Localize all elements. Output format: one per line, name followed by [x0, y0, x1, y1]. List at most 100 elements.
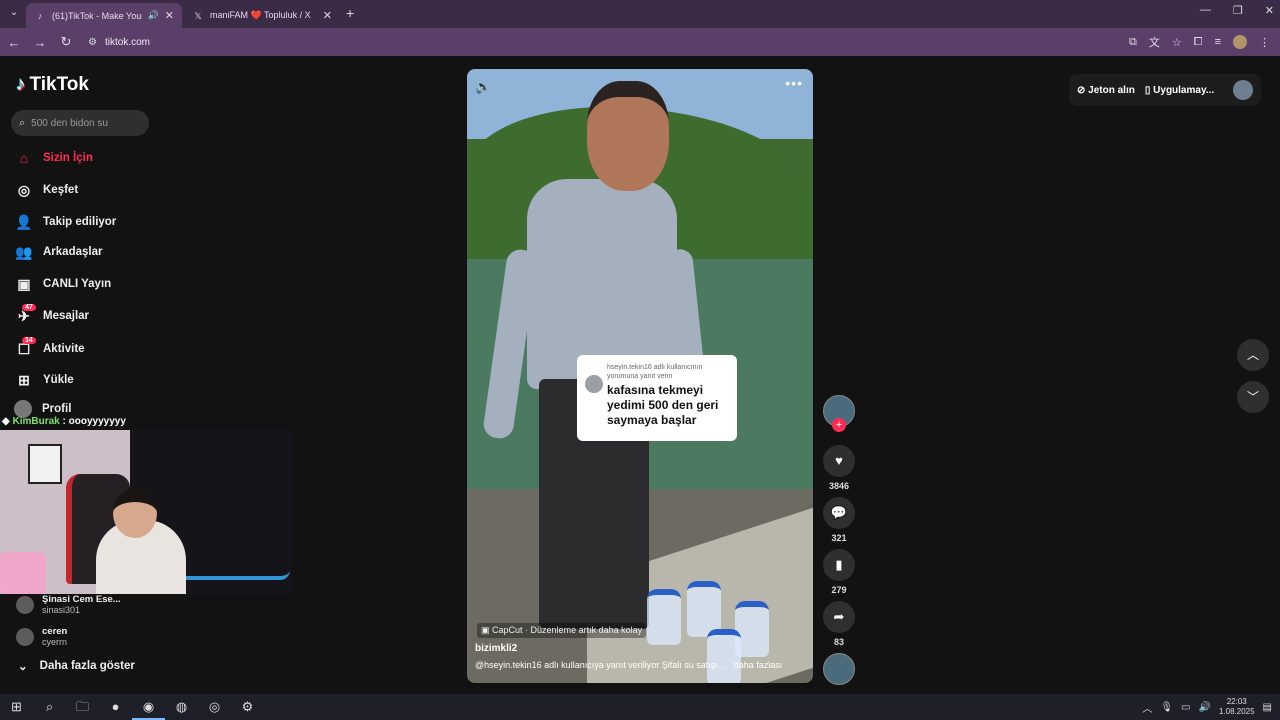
sidebar-item-label: Arkadaşlar — [43, 246, 103, 258]
messages-icon: ✈ 47 — [14, 303, 36, 325]
tab-title: maniFAM ❤️ Topluluk / X — [210, 10, 311, 20]
tab-search-icon[interactable]: ⌄ — [6, 5, 22, 21]
windows-start-icon[interactable]: ⊞ — [0, 694, 33, 720]
sidebar-item-messages[interactable]: ✈ 47 Mesajlar — [14, 303, 214, 328]
install-app-icon[interactable]: ⧉ — [1129, 36, 1137, 49]
network-icon[interactable]: ▭ — [1181, 702, 1190, 713]
address-bar[interactable]: ⚙ tiktok.com — [80, 31, 1090, 53]
x-icon: 𝕏 — [194, 10, 202, 21]
sidebar-item-following[interactable]: 👤 Takip ediliyor — [14, 210, 214, 234]
comment-count: 321 — [831, 533, 847, 543]
browser-toolbar: ← → ↻ ⚙ tiktok.com ⧉ 文 ☆ ⧠ ≡ ⋮ — [0, 28, 1280, 56]
new-tab-button[interactable]: + — [346, 5, 354, 21]
back-icon[interactable]: ← — [2, 35, 26, 50]
discord-icon[interactable]: ◍ — [165, 694, 198, 720]
more-options-icon[interactable]: ••• — [785, 75, 803, 91]
sidebar-item-explore[interactable]: ◎ Keşfet — [14, 178, 214, 202]
chevron-down-icon: ⌄ — [18, 661, 28, 673]
user-avatar[interactable] — [1233, 80, 1253, 100]
bookmark-icon[interactable]: ▮ — [823, 549, 855, 581]
reply-text: kafasına tekmeyi yedimi 500 den geri say… — [607, 383, 719, 427]
share-icon[interactable]: ➦ — [823, 601, 855, 633]
account-name: ceren — [42, 626, 68, 637]
get-app-button[interactable]: ▯ Uygulamay... — [1145, 85, 1214, 96]
sidebar-item-upload[interactable]: ⊞ Yükle — [14, 368, 214, 392]
reply-meta: hseyin.tekin16 adlı kullanıcının yorumun… — [607, 364, 703, 380]
file-explorer-icon[interactable]: 🗀 — [66, 694, 99, 720]
extensions-icon[interactable]: ⧠ — [1194, 36, 1203, 49]
like-count: 3846 — [828, 481, 850, 491]
search-icon[interactable]: ⌕ — [33, 694, 66, 720]
audio-playing-icon[interactable]: 🔊 — [148, 10, 159, 21]
show-more-button[interactable]: ⌄ Daha fazla göster — [18, 659, 135, 673]
home-icon: ⌂ — [19, 150, 29, 166]
comment-icon[interactable]: 💬 — [823, 497, 855, 529]
microphone-icon[interactable]: 🎙 — [1160, 702, 1173, 713]
volume-icon[interactable]: 🔈 — [475, 79, 491, 95]
sidebar-item-friends[interactable]: 👥 Arkadaşlar — [14, 240, 214, 264]
browser-menu-icon[interactable]: ⋮ — [1259, 36, 1270, 49]
close-tab-icon[interactable]: ✕ — [323, 9, 332, 22]
chrome-icon[interactable]: ◉ — [132, 694, 165, 720]
like-heart-icon[interactable]: ♥ — [823, 445, 855, 477]
commenter-avatar — [585, 375, 603, 393]
close-tab-icon[interactable]: ✕ — [165, 9, 174, 22]
account-handle: sinasi301 — [42, 605, 81, 615]
account-name: Şinasi Cem Ese... — [42, 594, 121, 605]
see-more-link[interactable]: daha fazlası — [734, 660, 783, 670]
tray-chevron-icon[interactable]: ︿ — [1142, 700, 1152, 715]
upload-icon: ⊞ — [18, 371, 30, 388]
tab-x[interactable]: 𝕏 maniFAM ❤️ Topluluk / X ✕ — [184, 3, 340, 28]
capcut-tag[interactable]: ▣ CapCut · Düzenleme artık daha kolay — [477, 623, 647, 638]
minimize-icon[interactable]: — — [1200, 4, 1211, 17]
get-coins-button[interactable]: ⊘ Jeton alın — [1077, 85, 1135, 96]
site-info-icon[interactable]: ⚙ — [88, 37, 97, 48]
bookmark-star-icon[interactable]: ☆ — [1172, 36, 1182, 49]
account-handle: cyerrn — [42, 637, 68, 647]
sidebar-item-label: Aktivite — [43, 343, 85, 355]
reload-icon[interactable]: ↻ — [54, 34, 78, 50]
app-icon[interactable]: ● — [99, 694, 132, 720]
steam-icon[interactable]: ⚙ — [231, 694, 264, 720]
following-account[interactable]: Şinasi Cem Ese... sinasi301 — [16, 592, 121, 618]
browser-tab-bar: ⌄ ♪ (61)TikTok - Make Your Day 🔊 ✕ 𝕏 man… — [0, 0, 1280, 28]
activity-icon: ☐ 14 — [14, 336, 36, 358]
video-player[interactable]: 🔈 ••• hseyin.tekin16 adlı kullanıcının y… — [467, 69, 813, 683]
sidebar-item-label: Mesajlar — [43, 310, 90, 322]
sidebar-item-for-you[interactable]: ⌂ Sizin İçin — [14, 146, 214, 170]
close-window-icon[interactable]: ✕ — [1265, 4, 1274, 17]
following-icon: 👤 — [15, 213, 33, 230]
sidebar-item-live[interactable]: ▣ CANLI Yayın — [14, 272, 214, 296]
capcut-label: CapCut · Düzenleme artık daha kolay — [492, 625, 643, 635]
translate-icon[interactable]: 文 — [1149, 34, 1160, 50]
restore-icon[interactable]: ❐ — [1233, 4, 1243, 17]
activity-badge: 14 — [22, 336, 36, 344]
profile-avatar-icon[interactable] — [1233, 35, 1247, 49]
show-more-label: Daha fazla göster — [39, 660, 135, 672]
search-box[interactable]: ⌕ — [11, 110, 149, 136]
speaker-icon[interactable]: 🔊 — [1199, 702, 1211, 713]
get-app-label: Uygulamay... — [1153, 84, 1215, 96]
sound-avatar[interactable] — [823, 653, 855, 685]
sidebar-item-activity[interactable]: ☐ 14 Aktivite — [14, 336, 214, 361]
sidebar-item-label: Yükle — [43, 374, 74, 386]
follow-plus-icon[interactable]: + — [832, 418, 846, 432]
following-account[interactable]: ceren cyerrn — [16, 624, 67, 650]
previous-video-button[interactable]: ︿ — [1237, 339, 1269, 371]
tab-tiktok[interactable]: ♪ (61)TikTok - Make Your Day 🔊 ✕ — [26, 3, 182, 28]
avatar — [16, 596, 34, 614]
tab-title: (61)TikTok - Make Your Day — [52, 10, 142, 21]
sidebar-item-label: Profil — [42, 403, 72, 415]
next-video-button[interactable]: ﹀ — [1237, 381, 1269, 413]
tiktok-logo[interactable]: ♪ TikTok — [16, 74, 89, 96]
notifications-icon[interactable]: ▤ — [1263, 702, 1272, 713]
search-input[interactable] — [31, 117, 132, 129]
share-count: 83 — [833, 637, 844, 647]
video-author[interactable]: bizimkli2 — [475, 643, 517, 654]
obs-icon[interactable]: ◎ — [198, 694, 231, 720]
media-control-icon[interactable]: ≡ — [1215, 36, 1221, 48]
tiktok-page: ♪ TikTok ⌕ ⌂ Sizin İçin ◎ Keşfet 👤 Takip… — [0, 56, 1280, 694]
forward-icon[interactable]: → — [28, 35, 52, 50]
window-controls: — ❐ ✕ — [1200, 4, 1274, 17]
clock[interactable]: 22:03 1.08.2025 — [1219, 697, 1255, 717]
